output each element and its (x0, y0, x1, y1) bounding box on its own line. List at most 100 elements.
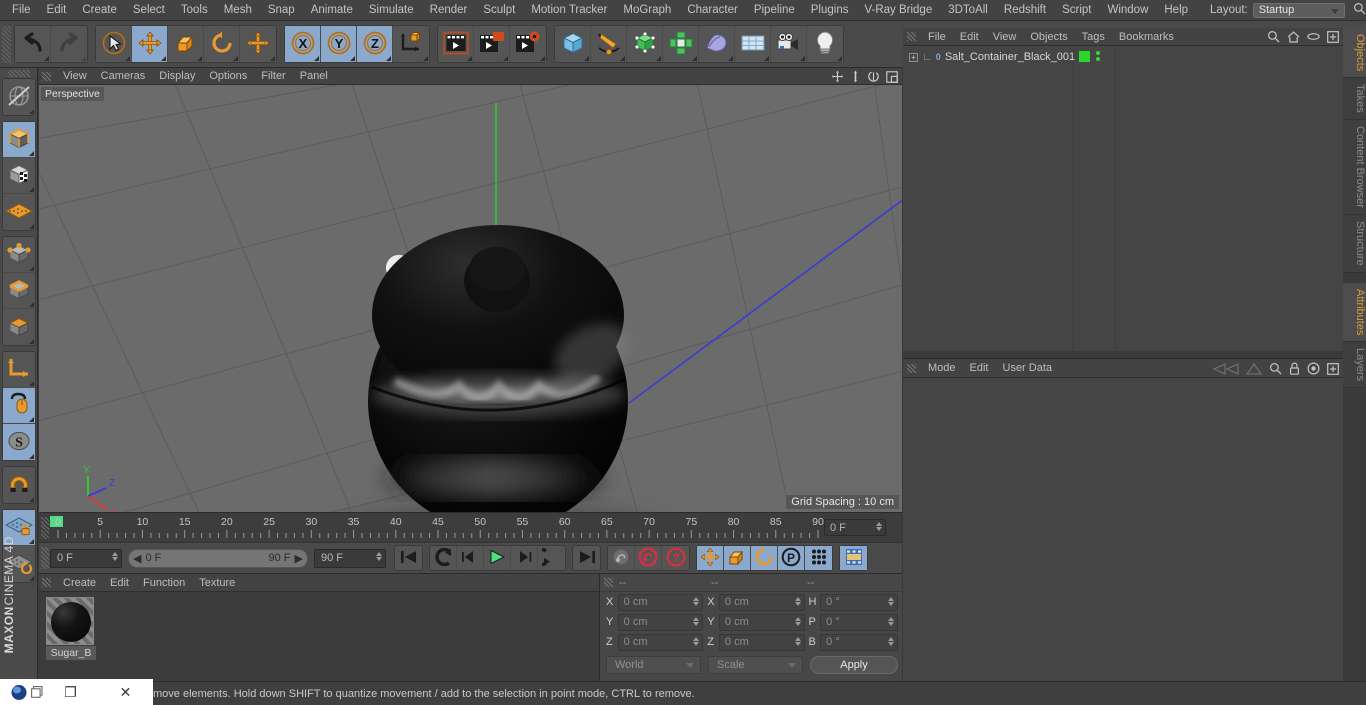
menu-sculpt[interactable]: Sculpt (475, 0, 523, 21)
object-menu-bookmarks[interactable]: Bookmarks (1112, 28, 1181, 46)
rotation-field[interactable]: 0 ° (820, 613, 898, 631)
new-window-icon[interactable] (1327, 362, 1339, 378)
object-row[interactable]: + ∟ 0 Salt_Container_Black_001 (903, 49, 1343, 65)
key-scale-button[interactable] (724, 546, 751, 570)
menu-pipeline[interactable]: Pipeline (746, 0, 803, 21)
menu-animate[interactable]: Animate (303, 0, 361, 21)
stepper-icon[interactable] (376, 551, 382, 561)
flyout-corner-icon[interactable] (28, 417, 34, 422)
flyout-corner-icon[interactable] (386, 56, 391, 61)
edge-mode-button[interactable] (2, 273, 35, 309)
flyout-corner-icon[interactable] (233, 56, 238, 61)
flyout-corner-icon[interactable] (350, 56, 355, 61)
soft-selection-button[interactable]: S (2, 424, 35, 460)
texture-mode-button[interactable] (2, 158, 35, 194)
array-modeling-button[interactable] (663, 26, 699, 62)
home-icon[interactable] (1287, 30, 1300, 46)
playbar-grip[interactable] (41, 547, 49, 569)
viewport-menu-panel[interactable]: Panel (293, 68, 335, 85)
menu-tools[interactable]: Tools (173, 0, 216, 21)
search-icon[interactable] (1269, 362, 1282, 378)
stepper-icon[interactable] (112, 551, 118, 561)
panel-grip-icon[interactable] (42, 578, 51, 587)
go-to-end-button[interactable] (573, 546, 600, 570)
rotation-field[interactable]: 0 ° (820, 633, 898, 651)
dolly-icon[interactable] (850, 70, 861, 86)
cube-primitive-button[interactable] (555, 26, 591, 62)
menu-script[interactable]: Script (1054, 0, 1099, 21)
panel-grip-icon[interactable] (907, 363, 916, 373)
flyout-corner-icon[interactable] (28, 454, 34, 459)
range-right-arrow-icon[interactable]: ▶ (295, 552, 303, 565)
menu-v-ray-bridge[interactable]: V-Ray Bridge (856, 0, 940, 21)
camera-button[interactable] (771, 26, 807, 62)
flyout-corner-icon[interactable] (584, 56, 589, 61)
maximize-icon[interactable] (886, 70, 898, 86)
flyout-corner-icon[interactable] (656, 56, 661, 61)
flyout-corner-icon[interactable] (125, 56, 130, 61)
panel-grip-icon[interactable] (42, 71, 51, 81)
menu-character[interactable]: Character (679, 0, 746, 21)
stepper-icon[interactable] (693, 596, 700, 606)
stepper-icon[interactable] (693, 636, 700, 646)
key-pla-button[interactable]: P (778, 546, 805, 570)
flyout-corner-icon[interactable] (28, 266, 34, 271)
stepper-icon[interactable] (693, 616, 700, 626)
flyout-corner-icon[interactable] (44, 56, 49, 61)
next-frame-button[interactable] (511, 546, 538, 570)
flyout-corner-icon[interactable] (28, 381, 34, 386)
stepper-icon[interactable] (794, 616, 801, 626)
menu-select[interactable]: Select (125, 0, 173, 21)
flyout-corner-icon[interactable] (161, 56, 166, 61)
scale-button[interactable] (168, 26, 204, 62)
axis-y-button[interactable]: Y (321, 26, 357, 62)
flyout-corner-icon[interactable] (81, 56, 86, 61)
left-toolbar-grip[interactable] (7, 70, 30, 77)
preview-range-slider[interactable]: ◀ 0 F 90 F ▶ (128, 548, 308, 568)
coordinate-system-select[interactable]: World (606, 656, 701, 674)
menu-simulate[interactable]: Simulate (361, 0, 422, 21)
menu-mograph[interactable]: MoGraph (615, 0, 679, 21)
attribute-menu-user-data[interactable]: User Data (996, 359, 1060, 378)
light-button[interactable] (807, 26, 843, 62)
viewport-menu-display[interactable]: Display (152, 68, 202, 85)
flyout-corner-icon[interactable] (28, 576, 34, 581)
deformer-button[interactable] (699, 26, 735, 62)
rotation-field[interactable]: 0 ° (820, 593, 898, 611)
menu-motion-tracker[interactable]: Motion Tracker (523, 0, 615, 21)
vtab-objects[interactable]: Objects (1343, 28, 1366, 79)
menu-mesh[interactable]: Mesh (216, 0, 260, 21)
axis-modification-button[interactable] (2, 352, 35, 388)
apply-button[interactable]: Apply (810, 656, 898, 674)
timeline-grip[interactable] (41, 516, 49, 539)
orbit-icon[interactable] (867, 70, 880, 86)
position-field[interactable]: 0 cm (617, 633, 704, 651)
model-mode-button[interactable] (2, 122, 35, 158)
object-menu-file[interactable]: File (921, 28, 953, 46)
point-mode-button[interactable] (2, 237, 35, 273)
menu-help[interactable]: Help (1156, 0, 1196, 21)
timeline-frame-field[interactable]: 0 F (824, 519, 886, 536)
menu-render[interactable]: Render (422, 0, 476, 21)
material-menu-function[interactable]: Function (136, 574, 192, 592)
restore-button[interactable]: ❐ (43, 684, 98, 701)
vtab-structure[interactable]: Structure (1343, 214, 1366, 273)
spline-pen-button[interactable] (591, 26, 627, 62)
menu-create[interactable]: Create (74, 0, 125, 21)
floor-environment-button[interactable] (735, 26, 771, 62)
polygon-mode-button[interactable] (3, 309, 35, 345)
size-field[interactable]: 0 cm (718, 613, 805, 631)
loop-button[interactable] (531, 546, 565, 570)
lock-icon[interactable] (1289, 362, 1300, 378)
flyout-corner-icon[interactable] (28, 497, 34, 502)
ellipse-icon[interactable] (1307, 32, 1320, 44)
target-icon[interactable] (1307, 362, 1320, 378)
object-tree[interactable]: + ∟ 0 Salt_Container_Black_001 (903, 46, 1343, 351)
toolbar-grip[interactable] (2, 25, 11, 63)
live-selection-button[interactable] (96, 26, 132, 62)
menu-snap[interactable]: Snap (260, 0, 303, 21)
attribute-menu-mode[interactable]: Mode (921, 359, 963, 378)
stepper-icon[interactable] (876, 522, 882, 531)
key-rotation-button[interactable] (751, 546, 778, 570)
rotate-button[interactable] (204, 26, 240, 62)
